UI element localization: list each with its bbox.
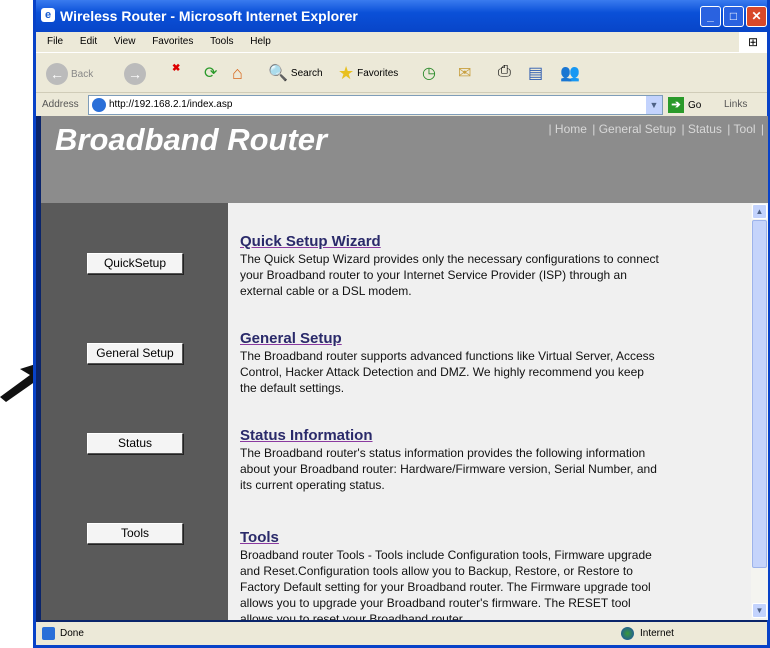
tools-text: Broadband router Tools - Tools include C… [240,548,652,620]
page-header: Broadband Router | Home | General Setup … [41,116,768,203]
chevron-down-icon[interactable]: ▼ [646,96,662,114]
edit-icon: ▤ [528,65,544,82]
maximize-button[interactable]: □ [723,6,744,27]
search-icon: 🔍 [268,65,288,82]
menu-edit[interactable]: Edit [80,36,97,47]
address-label: Address [42,99,79,110]
quicksetup-button[interactable]: QuickSetup [87,253,183,274]
status-bar: Done Internet [36,622,767,645]
home-icon: ⌂ [232,63,243,83]
nav-general-setup[interactable]: | General Setup [592,122,676,136]
status-text: Done [60,628,84,639]
ie-icon: e [41,8,55,22]
general-setup-button[interactable]: General Setup [87,343,183,364]
search-button[interactable]: 🔍 Search [268,63,323,83]
home-button[interactable]: ⌂ [232,63,243,84]
favorites-label: Favorites [357,68,399,79]
nav-status[interactable]: | Status [681,122,721,136]
section-quick-setup: Quick Setup Wizard The Quick Setup Wizard… [240,233,660,299]
mail-icon: ✉ [458,65,472,82]
page-done-icon [42,627,55,640]
page-title: Broadband Router [55,122,328,157]
mail-button[interactable]: ✉ [458,63,471,83]
windows-logo-icon: ⊞ [739,32,767,52]
menu-tools[interactable]: Tools [210,36,233,47]
minimize-button[interactable]: _ [700,6,721,27]
menu-view[interactable]: View [114,36,136,47]
scroll-thumb[interactable] [752,220,767,568]
messenger-icon: 👥 [560,65,580,82]
status-button[interactable]: Status [87,433,183,454]
back-button[interactable]: ← Back [46,63,93,85]
messenger-button[interactable]: 👥 [560,63,580,83]
favorites-button[interactable]: ★ Favorites [338,63,398,84]
menu-file[interactable]: File [47,36,63,47]
main-content: Quick Setup Wizard The Quick Setup Wizard… [228,203,751,620]
history-icon: ◷ [422,65,436,82]
star-icon: ★ [338,63,355,83]
zone-label: Internet [640,628,674,639]
forward-arrow-icon: → [124,63,146,85]
status-text: The Broadband router's status informatio… [240,446,657,492]
browser-window: e Wireless Router - Microsoft Internet E… [33,0,770,648]
back-arrow-icon: ← [46,63,68,85]
address-input[interactable]: http://192.168.2.1/index.asp ▼ [88,95,663,115]
section-tools: Tools Broadband router Tools - Tools incl… [240,529,660,620]
close-button[interactable]: ✕ [746,6,767,27]
top-nav: | Home | General Setup | Status | Tool | [546,122,764,136]
nav-tool[interactable]: | Tool [727,122,755,136]
page-icon [92,98,106,112]
refresh-button[interactable]: ⟳ [204,63,217,83]
toolbar: ← Back → ✖ ⟳ ⌂ 🔍 Search ★ Favorites ◷ ✉ ⎙ ▤… [36,52,767,92]
nav-sep: | [760,122,764,136]
search-label: Search [290,67,323,79]
address-bar: Address http://192.168.2.1/index.asp ▼ ➔ G… [36,92,767,116]
history-button[interactable]: ◷ [422,63,436,83]
go-arrow-icon: ➔ [668,97,684,113]
scroll-up-icon[interactable]: ▲ [752,204,767,219]
vertical-scrollbar[interactable]: ▲ ▼ [751,203,768,620]
back-label: Back [71,68,94,80]
refresh-icon: ⟳ [204,65,218,82]
scroll-down-icon[interactable]: ▼ [752,603,767,618]
print-button[interactable]: ⎙ [498,63,511,81]
left-sidebar: QuickSetup General Setup Status Tools [41,203,228,620]
go-label: Go [688,99,702,111]
tools-link[interactable]: Tools [240,529,660,546]
menu-favorites[interactable]: Favorites [152,36,193,47]
status-information-link[interactable]: Status Information [240,427,660,444]
stop-button[interactable]: ✖ [172,63,180,74]
window-title: Wireless Router - Microsoft Internet Exp… [60,8,358,24]
forward-button[interactable]: → [124,63,146,85]
tools-button[interactable]: Tools [87,523,183,544]
general-setup-link[interactable]: General Setup [240,330,660,347]
quick-setup-text: The Quick Setup Wizard provides only the… [240,252,659,298]
title-bar: e Wireless Router - Microsoft Internet E… [36,0,767,32]
printer-icon: ⎙ [498,63,511,80]
general-setup-text: The Broadband router supports advanced f… [240,349,655,395]
go-button[interactable]: ➔ Go [668,97,701,113]
stop-icon: ✖ [172,63,181,74]
nav-home[interactable]: | Home [548,122,586,136]
menu-help[interactable]: Help [250,36,271,47]
address-url: http://192.168.2.1/index.asp [109,99,233,110]
section-status: Status Information The Broadband router's… [240,427,660,493]
menu-bar: File Edit View Favorites Tools Help ⊞ [36,32,767,52]
quick-setup-link[interactable]: Quick Setup Wizard [240,233,660,250]
section-general-setup: General Setup The Broadband router suppor… [240,330,660,396]
links-button[interactable]: Links [724,99,747,110]
edit-button[interactable]: ▤ [528,63,543,83]
globe-icon [621,627,634,640]
